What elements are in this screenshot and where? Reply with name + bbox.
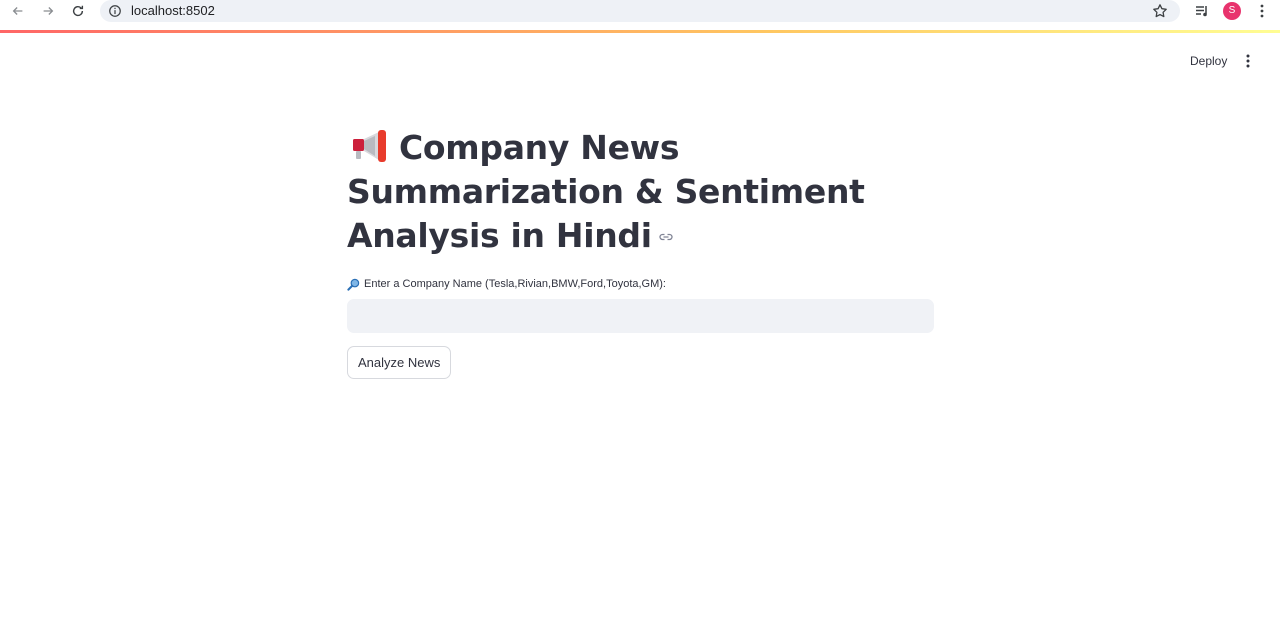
page-title: Company News Summarization & Sentiment A… [347,126,934,258]
link-icon[interactable] [658,229,674,245]
deploy-button[interactable]: Deploy [1184,52,1233,70]
address-bar[interactable]: localhost:8502 [100,0,1180,22]
page-title-text: Company News Summarization & Sentiment A… [347,128,865,255]
analyze-news-button[interactable]: Analyze News [347,346,452,379]
browser-menu-icon[interactable] [1254,3,1270,19]
company-name-input[interactable] [347,299,934,333]
browser-toolbar: localhost:8502 S [0,0,1280,22]
input-label: Enter a Company Name (Tesla,Rivian,BMW,F… [347,277,934,291]
site-info-icon[interactable] [108,4,122,18]
input-label-text: Enter a Company Name (Tesla,Rivian,BMW,F… [364,278,666,290]
url-text[interactable]: localhost:8502 [131,3,215,18]
main-menu-icon[interactable] [1240,52,1256,70]
magnifier-icon [347,278,360,291]
forward-arrow-icon[interactable] [39,2,57,20]
megaphone-icon [353,130,386,162]
reload-icon[interactable] [69,2,87,20]
media-playlist-icon[interactable] [1194,3,1210,19]
header-decoration [0,30,1280,33]
main-content: Company News Summarization & Sentiment A… [347,126,934,379]
bookmark-star-icon[interactable] [1152,3,1168,19]
profile-avatar[interactable]: S [1223,2,1241,20]
back-arrow-icon[interactable] [9,2,27,20]
